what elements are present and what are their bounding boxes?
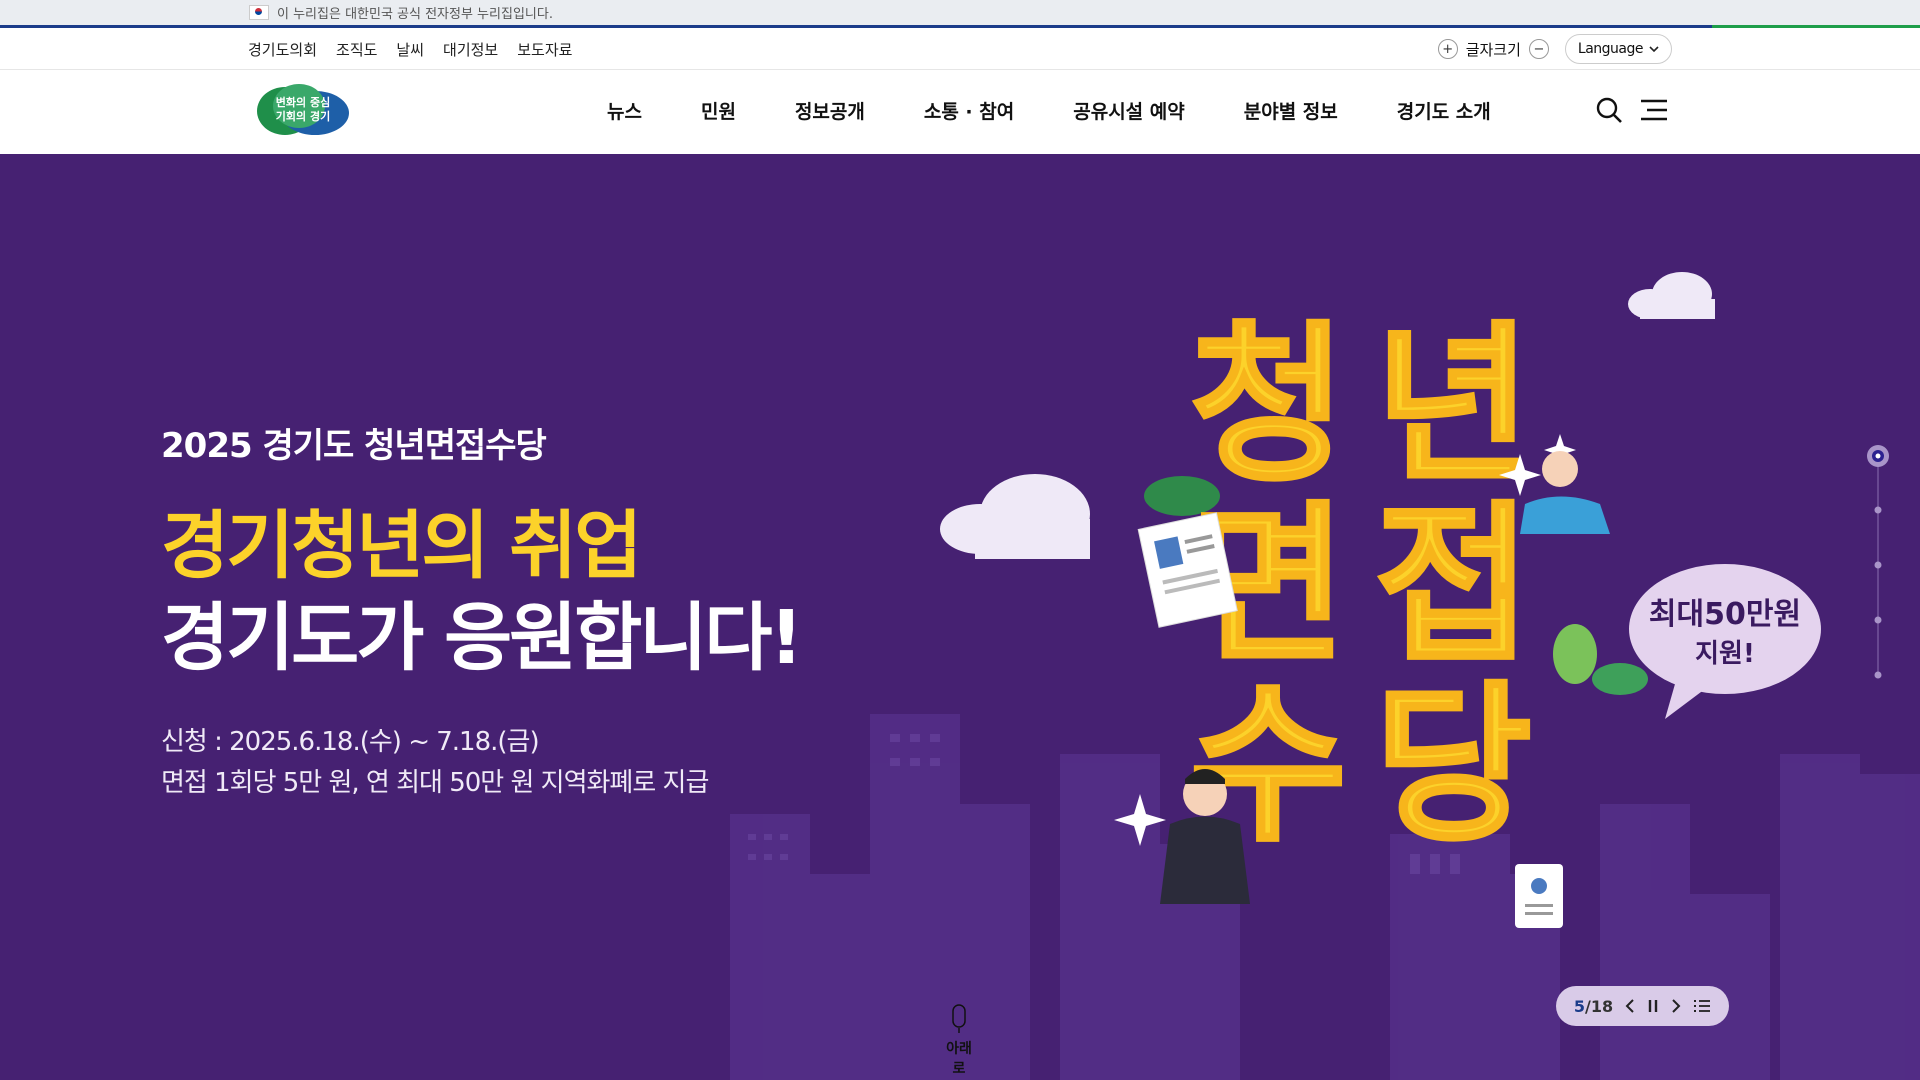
util-link-weather[interactable]: 날씨 [396, 39, 424, 60]
gov-banner-text: 이 누리집은 대한민국 공식 전자정부 누리집입니다. [277, 7, 553, 22]
nav-information-disclosure[interactable]: 정보공개 [795, 97, 865, 124]
nav-communication[interactable]: 소통 · 참여 [924, 97, 1014, 124]
language-button[interactable]: Language [1564, 34, 1672, 64]
art-letter-1: 청 [1190, 307, 1346, 505]
utility-bar: 경기도의회 조직도 날씨 대기정보 보도자료 + 글자크기 − Language [0, 28, 1920, 70]
hero-illustration: 청 년 면 접 수 당 최대50만원 지원! [940, 272, 1821, 928]
nav-facility-reservation[interactable]: 공유시설 예약 [1073, 97, 1185, 124]
logo-line-2: 기회의 경기 [276, 109, 330, 123]
hero-subtitle: 2025 경기도 청년면접수당 [161, 426, 547, 466]
nav-about-gyeonggi[interactable]: 경기도 소개 [1397, 97, 1491, 124]
slide-section-indicator[interactable] [1866, 444, 1890, 684]
chevron-down-icon [1649, 45, 1659, 52]
font-decrease-button[interactable]: − [1528, 39, 1549, 59]
main-header: 변화의 중심 기회의 경기 뉴스 민원 정보공개 소통 · 참여 공유시설 예약… [0, 70, 1920, 154]
logo-line-1: 변화의 중심 [276, 95, 330, 109]
slide-counter: 5/18 [1574, 997, 1613, 1016]
hero-description: 면접 1회당 5만 원, 연 최대 50만 원 지역화폐로 지급 [161, 768, 709, 798]
scroll-down-hint[interactable]: 아래로 [941, 1004, 977, 1078]
hero-headline-2: 경기도가 응원합니다! [161, 595, 803, 681]
scroll-down-label: 아래로 [946, 1041, 972, 1077]
util-link-air-quality[interactable]: 대기정보 [443, 39, 498, 60]
slide-current: 5 [1573, 996, 1586, 1016]
bubble-line-2: 지원! [1695, 639, 1755, 669]
util-link-organization[interactable]: 조직도 [336, 39, 377, 60]
nav-field-info[interactable]: 분야별 정보 [1244, 97, 1338, 124]
gyeonggi-logo[interactable]: 변화의 중심 기회의 경기 [255, 80, 351, 136]
menu-icon[interactable] [1639, 98, 1669, 122]
slide-pager: 5/18 [1556, 986, 1729, 1026]
main-navigation: 뉴스 민원 정보공개 소통 · 참여 공유시설 예약 분야별 정보 경기도 소개 [607, 97, 1491, 124]
header-icons [1595, 96, 1669, 124]
nav-civil-service[interactable]: 민원 [701, 97, 736, 124]
hero-banner[interactable]: 2025 경기도 청년면접수당 경기청년의 취업 경기도가 응원합니다! 신청 … [0, 154, 1920, 1080]
language-label: Language [1577, 41, 1644, 57]
slide-total: 18 [1590, 996, 1614, 1016]
gov-banner: 이 누리집은 대한민국 공식 전자정부 누리집입니다. [0, 0, 1920, 28]
utility-right: + 글자크기 − Language [1437, 34, 1672, 64]
art-letter-4: 접 [1375, 487, 1531, 685]
hero-headline-1: 경기청년의 취업 [161, 503, 642, 589]
font-size-label: 글자크기 [1465, 40, 1521, 59]
search-icon[interactable] [1595, 96, 1623, 124]
font-increase-button[interactable]: + [1437, 39, 1458, 59]
utility-links: 경기도의회 조직도 날씨 대기정보 보도자료 [248, 39, 572, 60]
bubble-line-1: 최대50만원 [1649, 597, 1801, 632]
hero-date: 신청 : 2025.6.18.(수) ~ 7.18.(금) [161, 727, 540, 757]
korea-flag-icon [249, 5, 269, 20]
pause-icon[interactable] [1647, 999, 1659, 1013]
util-link-press[interactable]: 보도자료 [517, 39, 572, 60]
mouse-icon [952, 1004, 966, 1033]
nav-news[interactable]: 뉴스 [607, 97, 642, 124]
prev-icon[interactable] [1623, 998, 1637, 1014]
list-icon[interactable] [1693, 998, 1711, 1014]
next-icon[interactable] [1669, 998, 1683, 1014]
util-link-assembly[interactable]: 경기도의회 [248, 39, 317, 60]
art-letter-6: 당 [1375, 667, 1531, 865]
